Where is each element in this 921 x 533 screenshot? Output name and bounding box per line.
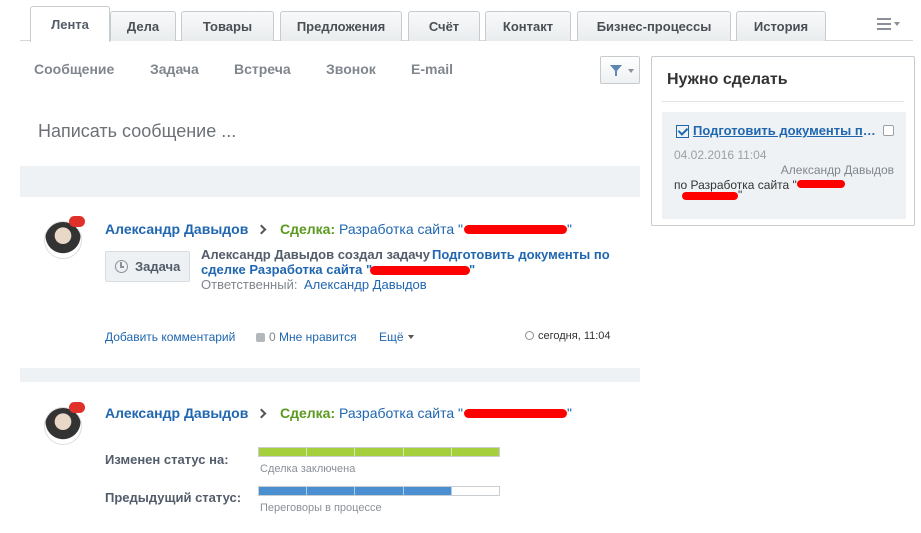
chevron-down-icon [407,335,414,339]
todo-date: 04.02.2016 11:04 [674,148,767,162]
redaction-mark [796,180,845,188]
post-type-message[interactable]: Сообщение [34,61,114,77]
filter-button[interactable] [600,56,640,84]
tab-activities[interactable]: Дела [110,11,176,41]
deal-link-close: " [567,405,572,421]
feed-separator [20,166,640,197]
todo-card: Подготовить документы по сделке Разработ… [662,112,906,219]
progress-segment [355,487,404,495]
tab-quotes[interactable]: Предложения [280,11,402,41]
todo-deal-prefix: по Разработка сайта " [674,178,797,192]
author-link[interactable]: Александр Давыдов [105,405,248,421]
progress-segment [259,487,308,495]
todo-title: Нужно сделать [667,71,788,88]
tab-bar: Лента Дела Товары Предложения Счёт Конта… [20,0,913,42]
progress-segment [259,448,308,456]
tab-products[interactable]: Товары [181,11,274,41]
new-status-label: Изменен статус на: [105,452,229,467]
post-time: сегодня, 11:04 [525,330,611,342]
todo-responsible: Александр Давыдов [780,163,894,177]
progress-segment [403,487,452,495]
deal-link[interactable]: Разработка сайта " [339,405,463,421]
previous-status-caption: Переговоры в процессе [260,502,382,514]
avatar[interactable] [44,216,85,259]
responsible-label: Ответственный: [201,277,298,292]
tab-business-processes[interactable]: Бизнес-процессы [577,11,731,41]
task-check-icon [676,125,689,138]
post-type-task[interactable]: Задача [150,61,199,77]
post-time-value: сегодня, 11:04 [538,330,611,342]
tab-history[interactable]: История [736,11,826,41]
deal-label: Сделка: [280,405,336,421]
clock-icon [115,260,128,273]
deal-link-close: " [567,221,572,237]
task-badge: Задача [105,251,190,282]
task-link-line2[interactable]: сделке Разработка сайта " [201,262,372,277]
clock-icon [525,331,534,340]
progress-segment [307,487,356,495]
progress-segment [451,487,500,495]
todo-deal: по Разработка сайта " [674,178,845,192]
deal-label: Сделка: [280,221,336,237]
post-type-meeting[interactable]: Встреча [234,61,291,77]
post-type-call[interactable]: Звонок [326,61,376,77]
todo-deal-close: " [738,188,743,202]
tab-invoice[interactable]: Счёт [408,11,480,41]
like-count: 0 [269,330,276,344]
deal-link[interactable]: Разработка сайта " [339,221,463,237]
progress-segment [355,448,404,456]
post-type-email[interactable]: E-mail [411,61,453,77]
add-comment-link[interactable]: Добавить комментарий [105,330,235,344]
progress-segment [307,448,356,456]
progress-segment [451,448,500,456]
tab-menu-icon[interactable] [877,16,901,32]
todo-task-link[interactable]: Подготовить документы по сделке Разработ… [693,123,879,138]
todo-panel: Нужно сделать Подготовить документы по с… [651,56,915,226]
tab-contact[interactable]: Контакт [485,11,571,41]
previous-status-progress [258,486,500,496]
more-menu-button[interactable]: Ещё [379,330,414,344]
avatar[interactable] [44,402,85,445]
progress-segment [403,448,452,456]
todo-complete-checkbox[interactable] [883,125,894,136]
more-label: Ещё [379,330,404,344]
chevron-right-icon [256,408,267,419]
author-link[interactable]: Александр Давыдов [105,221,248,237]
redaction-mark [370,266,470,275]
redaction-mark [682,192,738,200]
previous-status-label: Предыдущий статус: [105,490,242,505]
chevron-down-icon [628,69,634,73]
new-status-progress [258,447,500,457]
redaction-mark [464,409,567,418]
task-created-text: Александр Давыдов создал задачу [201,247,430,262]
redaction-mark [464,225,567,234]
thumb-up-icon [256,333,265,342]
tab-feed[interactable]: Лента [30,6,110,42]
like-button[interactable]: 0 Мне нравится [256,330,357,344]
task-link[interactable]: Подготовить документы по [432,247,610,262]
chevron-right-icon [256,224,267,235]
feed-separator [20,368,640,382]
task-badge-label: Задача [135,259,181,274]
compose-message-input[interactable]: Написать сообщение ... [38,121,236,142]
task-link-close: " [469,262,476,277]
responsible-link[interactable]: Александр Давыдов [304,277,427,292]
like-label[interactable]: Мне нравится [279,330,357,344]
new-status-caption: Сделка заключена [260,463,356,475]
